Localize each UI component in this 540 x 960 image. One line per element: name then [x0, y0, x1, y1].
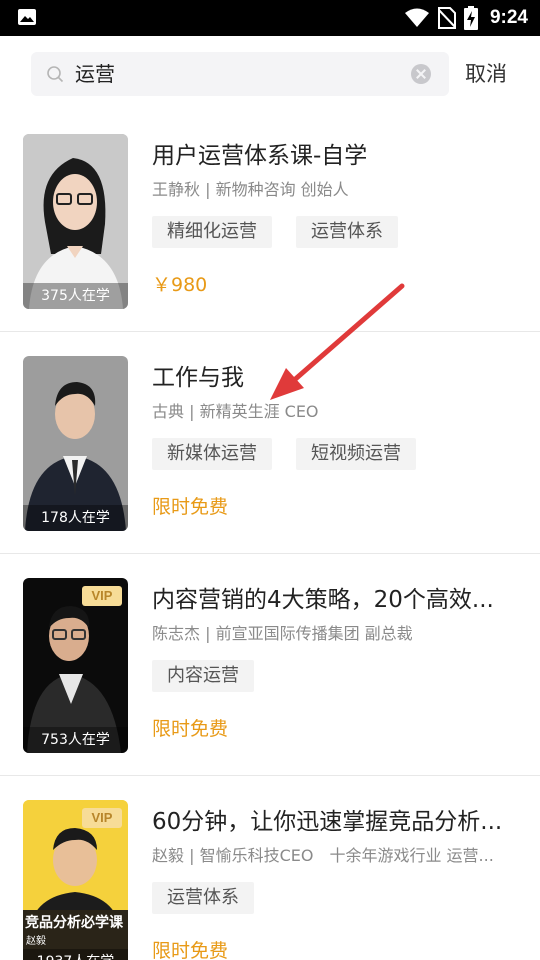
- search-icon: [47, 66, 64, 83]
- course-tag[interactable]: 运营体系: [296, 216, 398, 248]
- cover-subcaption: 赵毅: [26, 936, 46, 947]
- status-bar: 9:24: [0, 0, 540, 36]
- clock: 9:24: [489, 7, 528, 28]
- course-author: 赵毅 | 智愉乐科技CEO 十余年游戏行业 运营...: [152, 846, 494, 865]
- course-tag[interactable]: 精细化运营: [152, 216, 272, 248]
- course-cover: VIP 竞品分析必学课 赵毅 1937人在学: [23, 800, 128, 960]
- course-tags: 内容运营: [152, 660, 254, 692]
- course-tag[interactable]: 短视频运营: [296, 438, 416, 470]
- course-item[interactable]: 375人在学 用户运营体系课-自学 王静秋 | 新物种咨询 创始人 精细化运营 …: [0, 110, 540, 332]
- course-cover: VIP 753人在学: [23, 578, 128, 753]
- course-title: 60分钟，让你迅速掌握竞品分析...: [152, 809, 503, 835]
- course-tags: 运营体系: [152, 882, 254, 914]
- course-title: 工作与我: [152, 365, 244, 391]
- no-sim-icon: [437, 7, 456, 29]
- learners-count: 1937人在学: [23, 949, 128, 960]
- vip-badge: VIP: [82, 808, 122, 828]
- course-cover: 375人在学: [23, 134, 128, 309]
- search-bar[interactable]: 运营: [31, 52, 449, 96]
- vip-badge: VIP: [82, 586, 122, 606]
- course-item[interactable]: 178人在学 工作与我 古典 | 新精英生涯 CEO 新媒体运营 短视频运营 限…: [0, 332, 540, 554]
- search-input[interactable]: 运营: [75, 52, 115, 96]
- image-notification-icon: [18, 9, 36, 25]
- learners-count: 753人在学: [23, 727, 128, 753]
- course-price: ￥980: [152, 274, 208, 296]
- course-author: 古典 | 新精英生涯 CEO: [152, 402, 319, 421]
- course-item[interactable]: VIP 竞品分析必学课 赵毅 1937人在学 60分钟，让你迅速掌握竞品分析..…: [0, 776, 540, 960]
- course-tag[interactable]: 运营体系: [152, 882, 254, 914]
- course-price: 限时免费: [152, 496, 229, 518]
- learners-count: 178人在学: [23, 505, 128, 531]
- course-tag[interactable]: 内容运营: [152, 660, 254, 692]
- battery-charging-icon: [463, 6, 478, 30]
- course-tags: 精细化运营 运营体系: [152, 216, 398, 248]
- course-price: 限时免费: [152, 718, 229, 740]
- course-cover: 178人在学: [23, 356, 128, 531]
- wifi-icon: [404, 8, 429, 27]
- course-title: 内容营销的4大策略，20个高效...: [152, 587, 494, 613]
- course-title: 用户运营体系课-自学: [152, 143, 368, 169]
- course-tags: 新媒体运营 短视频运营: [152, 438, 416, 470]
- cover-caption: 竞品分析必学课: [25, 915, 123, 931]
- course-author: 王静秋 | 新物种咨询 创始人: [152, 180, 349, 199]
- cancel-button[interactable]: 取消: [465, 52, 507, 96]
- course-item[interactable]: VIP 753人在学 内容营销的4大策略，20个高效... 陈志杰 | 前宣亚国…: [0, 554, 540, 776]
- course-price: 限时免费: [152, 940, 229, 960]
- course-tag[interactable]: 新媒体运营: [152, 438, 272, 470]
- learners-count: 375人在学: [23, 283, 128, 309]
- course-author: 陈志杰 | 前宣亚国际传播集团 副总裁: [152, 624, 413, 643]
- clear-search-icon[interactable]: [411, 64, 431, 84]
